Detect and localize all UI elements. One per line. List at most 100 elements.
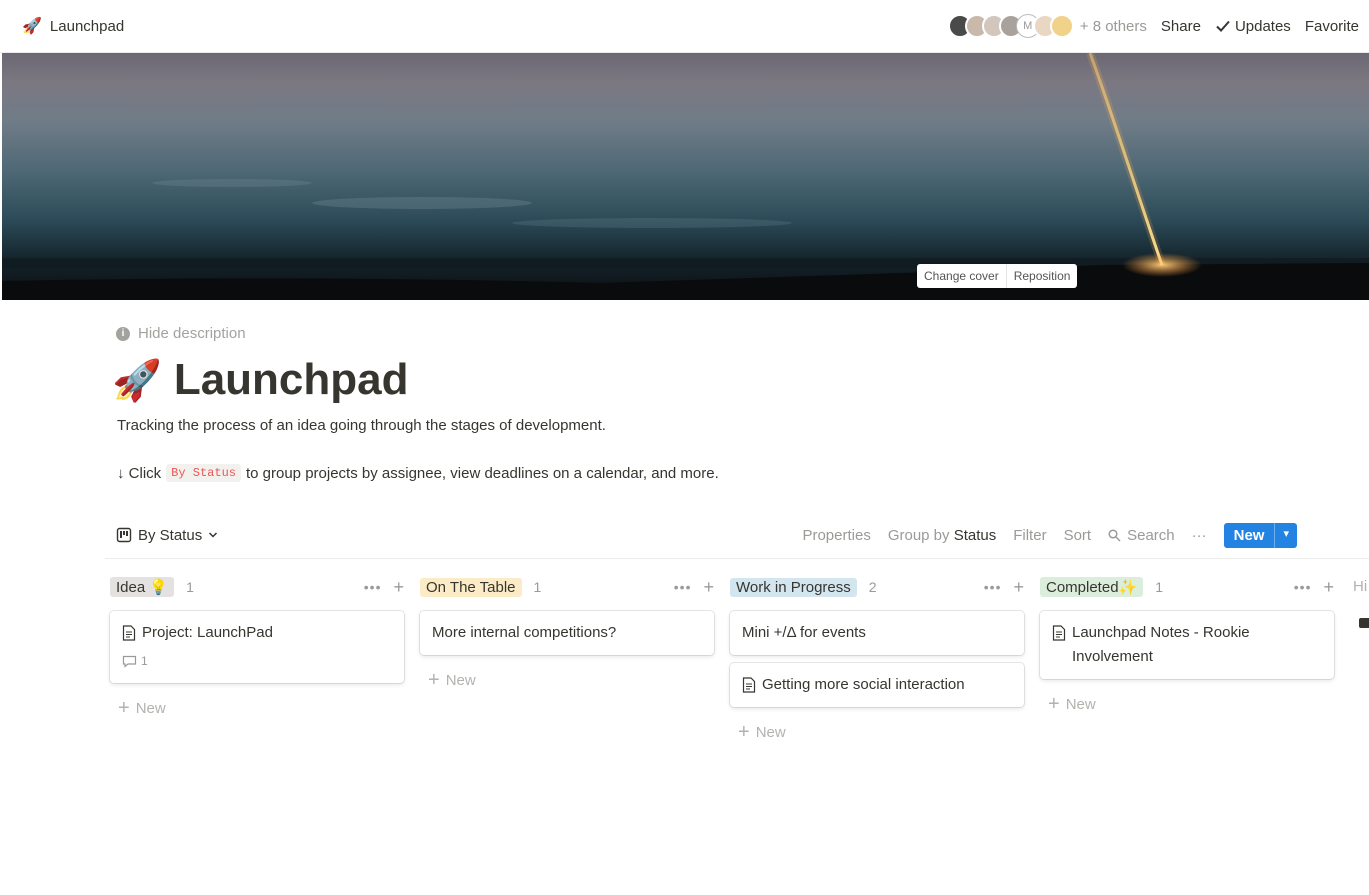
board-card[interactable]: Project: LaunchPad 1 bbox=[110, 611, 404, 683]
search-button[interactable]: Search bbox=[1108, 527, 1175, 544]
cover-actions: Change cover Reposition bbox=[917, 264, 1078, 288]
board-card[interactable]: More internal competitions? bbox=[420, 611, 714, 655]
plus-icon[interactable]: + bbox=[1013, 577, 1024, 598]
more-options-button[interactable]: ··· bbox=[1192, 527, 1207, 544]
status-tag: On The Table bbox=[420, 577, 522, 597]
group-by-button[interactable]: Group by Status bbox=[888, 527, 996, 544]
status-tag: Work in Progress bbox=[730, 577, 857, 597]
reposition-button[interactable]: Reposition bbox=[1005, 264, 1078, 288]
page-title-text: Launchpad bbox=[173, 355, 409, 404]
view-toolbar: By Status Properties Group by Status Fil… bbox=[116, 520, 1297, 550]
board-card[interactable]: Mini +/Δ for events bbox=[730, 611, 1024, 655]
hide-description-button[interactable]: i Hide description bbox=[116, 325, 246, 342]
new-card-label: New bbox=[135, 700, 166, 717]
share-button[interactable]: Share bbox=[1161, 18, 1201, 35]
top-bar-tools: M + 8 others Share Updates Favorite bbox=[947, 14, 1359, 38]
info-icon: i bbox=[116, 326, 130, 341]
column-header[interactable]: Work in Progress 2 ••• + bbox=[730, 573, 1024, 601]
column-header[interactable]: Idea 💡 1 ••• + bbox=[110, 573, 404, 601]
document-icon bbox=[742, 677, 756, 693]
add-card-button[interactable]: + New bbox=[1040, 693, 1334, 716]
others-count[interactable]: + 8 others bbox=[1080, 18, 1147, 35]
sparkle-icon: ✨ bbox=[1118, 579, 1138, 596]
card-title: More internal competitions? bbox=[432, 624, 617, 641]
board-column-work-in-progress: Work in Progress 2 ••• + Mini +/Δ for eve… bbox=[730, 573, 1024, 744]
group-by-value: Status bbox=[953, 526, 997, 544]
updates-button[interactable]: Updates bbox=[1215, 18, 1291, 35]
more-icon[interactable]: ••• bbox=[984, 579, 1002, 595]
board-card[interactable]: Getting more social interaction bbox=[730, 663, 1024, 707]
more-icon[interactable]: ••• bbox=[674, 579, 692, 595]
column-count: 2 bbox=[868, 579, 877, 595]
column-header[interactable]: On The Table 1 ••• + bbox=[420, 573, 714, 601]
page-hint: ↓ Click By Status to group projects by a… bbox=[117, 464, 719, 482]
status-tag-label: Idea bbox=[116, 579, 146, 596]
breadcrumb[interactable]: 🚀 Launchpad bbox=[22, 16, 124, 36]
more-icon[interactable]: ••• bbox=[364, 579, 382, 595]
board-column-completed: Completed✨ 1 ••• + Launchpad Notes - Rook… bbox=[1040, 573, 1334, 716]
column-header[interactable]: Completed✨ 1 ••• + bbox=[1040, 573, 1334, 601]
properties-button[interactable]: Properties bbox=[802, 527, 870, 544]
search-label: Search bbox=[1127, 526, 1175, 544]
cover-art bbox=[2, 53, 1369, 300]
sort-button[interactable]: Sort bbox=[1064, 527, 1092, 544]
favorite-button[interactable]: Favorite bbox=[1305, 18, 1359, 35]
change-cover-button[interactable]: Change cover bbox=[917, 264, 1006, 288]
view-tools: Properties Group by Status Filter Sort S… bbox=[802, 522, 1297, 548]
card-title: Mini +/Δ for events bbox=[742, 624, 866, 641]
more-icon[interactable]: ••• bbox=[1294, 579, 1312, 595]
inline-code: By Status bbox=[166, 464, 241, 482]
view-selector[interactable]: By Status bbox=[116, 527, 218, 544]
plus-icon[interactable]: + bbox=[393, 577, 404, 598]
plus-icon: + bbox=[118, 697, 130, 719]
page-title[interactable]: 🚀 Launchpad bbox=[112, 355, 409, 405]
add-card-button[interactable]: + New bbox=[110, 697, 404, 720]
column-count: 1 bbox=[186, 579, 194, 595]
rocket-icon: 🚀 bbox=[112, 358, 162, 403]
new-card-label: New bbox=[445, 672, 476, 689]
filter-button[interactable]: Filter bbox=[1013, 527, 1046, 544]
toolbar-divider bbox=[105, 558, 1369, 559]
group-by-label: Group by bbox=[887, 526, 950, 544]
board-card[interactable]: Launchpad Notes - Rookie Involvement bbox=[1040, 611, 1334, 679]
comment-icon bbox=[122, 655, 137, 668]
plus-icon: + bbox=[738, 721, 750, 743]
card-title: Getting more social interaction bbox=[762, 676, 965, 693]
updates-label: Updates bbox=[1234, 17, 1291, 35]
new-button-label: New bbox=[1233, 526, 1265, 544]
hidden-groups-label[interactable]: Hi bbox=[1353, 578, 1367, 595]
chevron-down-icon[interactable]: ▾ bbox=[1274, 522, 1297, 548]
new-button[interactable]: New ▾ bbox=[1223, 522, 1297, 548]
cover-image: Change cover Reposition bbox=[2, 53, 1369, 300]
status-tag-label: Completed bbox=[1046, 579, 1119, 596]
board-view-icon bbox=[116, 527, 132, 543]
card-title: Project: LaunchPad bbox=[142, 624, 273, 641]
add-card-button[interactable]: + New bbox=[730, 721, 1024, 744]
column-count: 1 bbox=[533, 579, 542, 595]
board-column-idea: Idea 💡 1 ••• + Project: LaunchPad 1 + New bbox=[110, 573, 404, 720]
breadcrumb-label: Launchpad bbox=[49, 17, 125, 35]
column-count: 1 bbox=[1155, 579, 1164, 595]
status-tag: Idea 💡 bbox=[110, 577, 175, 597]
add-card-button[interactable]: + New bbox=[420, 669, 714, 692]
comment-count: 1 bbox=[122, 649, 392, 673]
collaborator-avatars[interactable]: M + 8 others bbox=[947, 14, 1147, 38]
plus-icon: + bbox=[428, 669, 440, 691]
comment-count-label: 1 bbox=[141, 654, 148, 668]
document-icon bbox=[1052, 625, 1066, 641]
plus-icon[interactable]: + bbox=[703, 577, 714, 598]
chevron-down-icon bbox=[209, 532, 218, 538]
view-name-label: By Status bbox=[138, 526, 203, 544]
avatar bbox=[1049, 14, 1074, 38]
lightbulb-icon: 💡 bbox=[149, 579, 169, 596]
board-column-on-the-table: On The Table 1 ••• + More internal compet… bbox=[420, 573, 714, 692]
card-title: Launchpad Notes - Rookie Involvement bbox=[1072, 624, 1250, 665]
search-icon bbox=[1108, 528, 1121, 542]
top-bar: 🚀 Launchpad M + 8 others Share Updates F… bbox=[0, 0, 1369, 53]
avatar-letter: M bbox=[1023, 20, 1033, 32]
plus-icon[interactable]: + bbox=[1323, 577, 1334, 598]
page-description: Tracking the process of an idea going th… bbox=[117, 417, 606, 434]
document-icon bbox=[122, 625, 136, 641]
hidden-group-icon bbox=[1359, 618, 1369, 628]
new-card-label: New bbox=[755, 724, 786, 741]
